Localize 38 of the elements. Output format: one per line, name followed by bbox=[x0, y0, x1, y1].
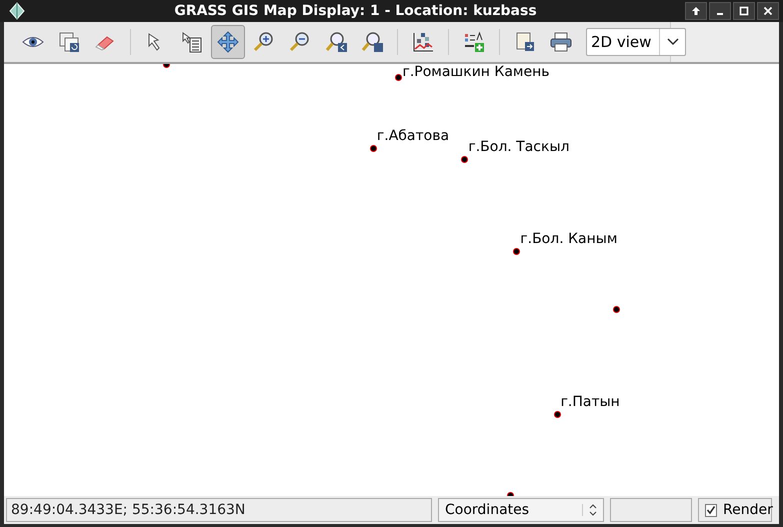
pan-arrows-icon bbox=[216, 30, 240, 54]
minimize-icon bbox=[717, 13, 723, 15]
point-label: г.Бол. Таскыл bbox=[468, 139, 570, 156]
point-marker bbox=[513, 248, 520, 256]
point-marker bbox=[461, 156, 468, 164]
arrow-up-icon bbox=[691, 6, 701, 16]
spinner-arrows-icon bbox=[589, 504, 597, 516]
close-button[interactable] bbox=[757, 2, 779, 20]
chevron-down-icon bbox=[666, 38, 679, 46]
checkmark-icon bbox=[706, 505, 716, 515]
point-marker bbox=[370, 144, 377, 152]
maximize-icon bbox=[739, 6, 749, 16]
minimize-button[interactable] bbox=[709, 2, 731, 20]
zoom-options-icon bbox=[360, 30, 384, 54]
point-marker bbox=[554, 410, 561, 418]
app-logo-icon bbox=[8, 2, 26, 20]
view-mode-dropdown[interactable]: 2D view bbox=[586, 28, 686, 56]
point-marker bbox=[613, 306, 620, 313]
keep-above-button[interactable] bbox=[685, 2, 707, 20]
query-icon bbox=[180, 30, 204, 54]
analysis-chart-icon bbox=[411, 30, 435, 54]
point-marker bbox=[395, 74, 402, 81]
point-label: г.Бол. Каным bbox=[520, 231, 618, 248]
map-canvas[interactable]: г.Ромашкин Камень г.Абатова г.Бол. Таскыл г.Бол. Каным г.Патын bbox=[4, 64, 779, 496]
legend-add-icon bbox=[462, 30, 486, 54]
close-icon bbox=[763, 6, 773, 16]
printer-icon bbox=[549, 30, 573, 54]
window-title: GRASS GIS Map Display: 1 - Location: kuzbass bbox=[173, 2, 538, 20]
map-refresh-icon bbox=[57, 30, 81, 54]
mode-dropdown[interactable]: Coordinates bbox=[438, 498, 604, 522]
point-label: г.Ромашкин Камень bbox=[402, 64, 550, 80]
zoom-back-icon bbox=[324, 30, 348, 54]
render-checkbox[interactable]: Render bbox=[698, 498, 772, 522]
point-label: г.Абатова bbox=[376, 128, 450, 144]
point-label: г.Патын bbox=[560, 394, 620, 410]
pan-arrows-tool[interactable] bbox=[211, 25, 245, 59]
coordinates-field: 89:49:04.3433E; 55:36:54.3163N bbox=[6, 498, 432, 522]
maximize-button[interactable] bbox=[733, 2, 755, 20]
